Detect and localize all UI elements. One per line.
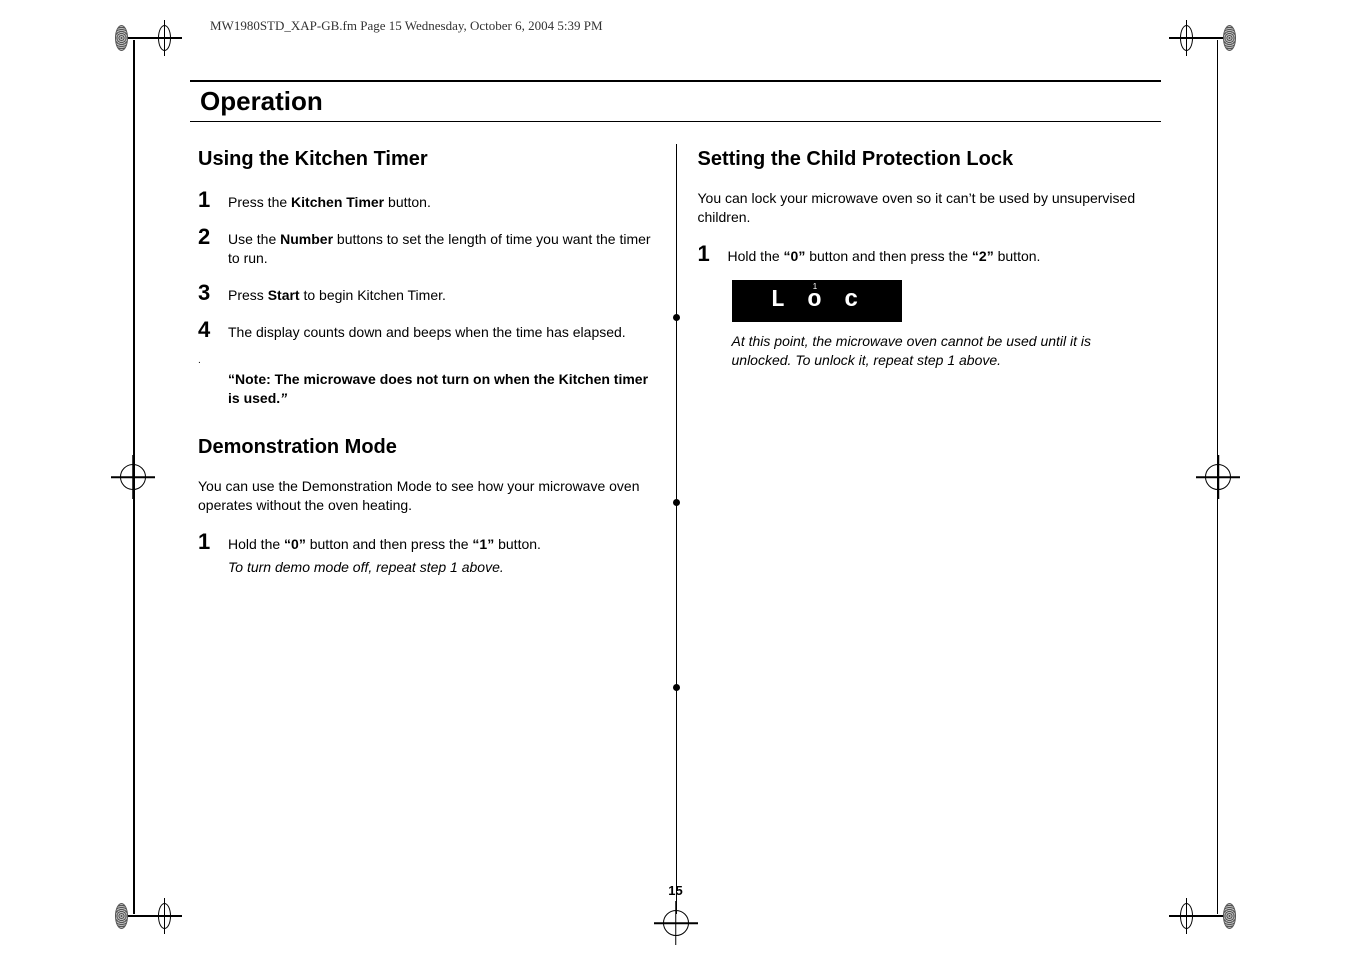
running-header: MW1980STD_XAP-GB.fm Page 15 Wednesday, O…	[210, 18, 603, 34]
step-row: 1 Hold the “0” button and then press the…	[698, 243, 1154, 266]
text-bold: Number	[280, 231, 333, 247]
display-text: L o c	[770, 287, 862, 314]
section-title-kitchen-timer: Using the Kitchen Timer	[198, 148, 658, 171]
step-number: 1	[198, 531, 228, 553]
registration-mark-top-left	[115, 8, 175, 68]
text: button and then press the	[805, 248, 972, 264]
heading-rule-top	[190, 80, 1161, 82]
display-annunciators: 1	[732, 282, 902, 291]
display-caption: At this point, the microwave oven cannot…	[698, 332, 1098, 370]
step-row: 1 Hold the “0” button and then press the…	[198, 531, 658, 577]
text-bold: “0”	[284, 536, 306, 552]
text: button.	[384, 194, 431, 210]
section-title-demo-mode: Demonstration Mode	[198, 436, 658, 459]
section-intro: You can lock your microwave oven so it c…	[698, 189, 1154, 227]
step-row: 3 Press Start to begin Kitchen Timer.	[198, 282, 658, 305]
text: Press the	[228, 194, 291, 210]
step-number: 4	[198, 319, 228, 341]
separator-dot	[673, 314, 680, 321]
step-row: 4 The display counts down and beeps when…	[198, 319, 658, 342]
text: button and then press the	[306, 536, 473, 552]
note-block: Note: The microwave does not turn on whe…	[198, 370, 658, 408]
text: Use the	[228, 231, 280, 247]
left-column: Using the Kitchen Timer 1 Press the Kitc…	[190, 144, 676, 914]
step-number: 2	[198, 226, 228, 248]
step-text: Press Start to begin Kitchen Timer.	[228, 282, 446, 305]
step-row: 1 Press the Kitchen Timer button.	[198, 189, 658, 212]
right-column: Setting the Child Protection Lock You ca…	[676, 144, 1162, 914]
step-text: Press the Kitchen Timer button.	[228, 189, 431, 212]
separator-dot	[673, 684, 680, 691]
text-bold: “0”	[784, 248, 806, 264]
text: button.	[494, 536, 541, 552]
step-text: Use the Number buttons to set the length…	[228, 226, 658, 268]
microwave-display-icon: 1 L o c	[732, 280, 902, 322]
registration-mark-bottom-right	[1176, 886, 1236, 946]
note-text: Note: The microwave does not turn on whe…	[228, 371, 648, 406]
column-separator	[676, 144, 677, 914]
registration-mark-left	[120, 464, 146, 490]
text-bold: “1”	[472, 536, 494, 552]
step-text: Hold the “0” button and then press the “…	[728, 243, 1041, 266]
text-bold: “2”	[972, 248, 994, 264]
text: to begin Kitchen Timer.	[300, 287, 446, 303]
text: button.	[994, 248, 1041, 264]
step-number: 1	[198, 189, 228, 211]
text: Hold the	[728, 248, 784, 264]
step-number: 3	[198, 282, 228, 304]
text: Press	[228, 287, 268, 303]
section-title-child-lock: Setting the Child Protection Lock	[698, 148, 1154, 171]
separator-dot	[673, 499, 680, 506]
tiny-dot: .	[198, 355, 658, 366]
page-heading: Operation	[190, 84, 1161, 122]
text-bold: Start	[268, 287, 300, 303]
registration-mark-bottom-left	[115, 886, 175, 946]
section-intro: You can use the Demonstration Mode to se…	[198, 477, 658, 515]
text-bold: Kitchen Timer	[291, 194, 384, 210]
page-content: Operation Using the Kitchen Timer 1 Pres…	[190, 80, 1161, 894]
step-text: The display counts down and beeps when t…	[228, 319, 626, 342]
page-number: 15	[668, 883, 682, 898]
text: Hold the	[228, 536, 284, 552]
registration-mark-right	[1205, 464, 1231, 490]
registration-mark-top-right	[1176, 8, 1236, 68]
step-text: Hold the “0” button and then press the “…	[228, 531, 541, 577]
step-number: 1	[698, 243, 728, 265]
step-row: 2 Use the Number buttons to set the leng…	[198, 226, 658, 268]
step-note: To turn demo mode off, repeat step 1 abo…	[228, 558, 541, 577]
